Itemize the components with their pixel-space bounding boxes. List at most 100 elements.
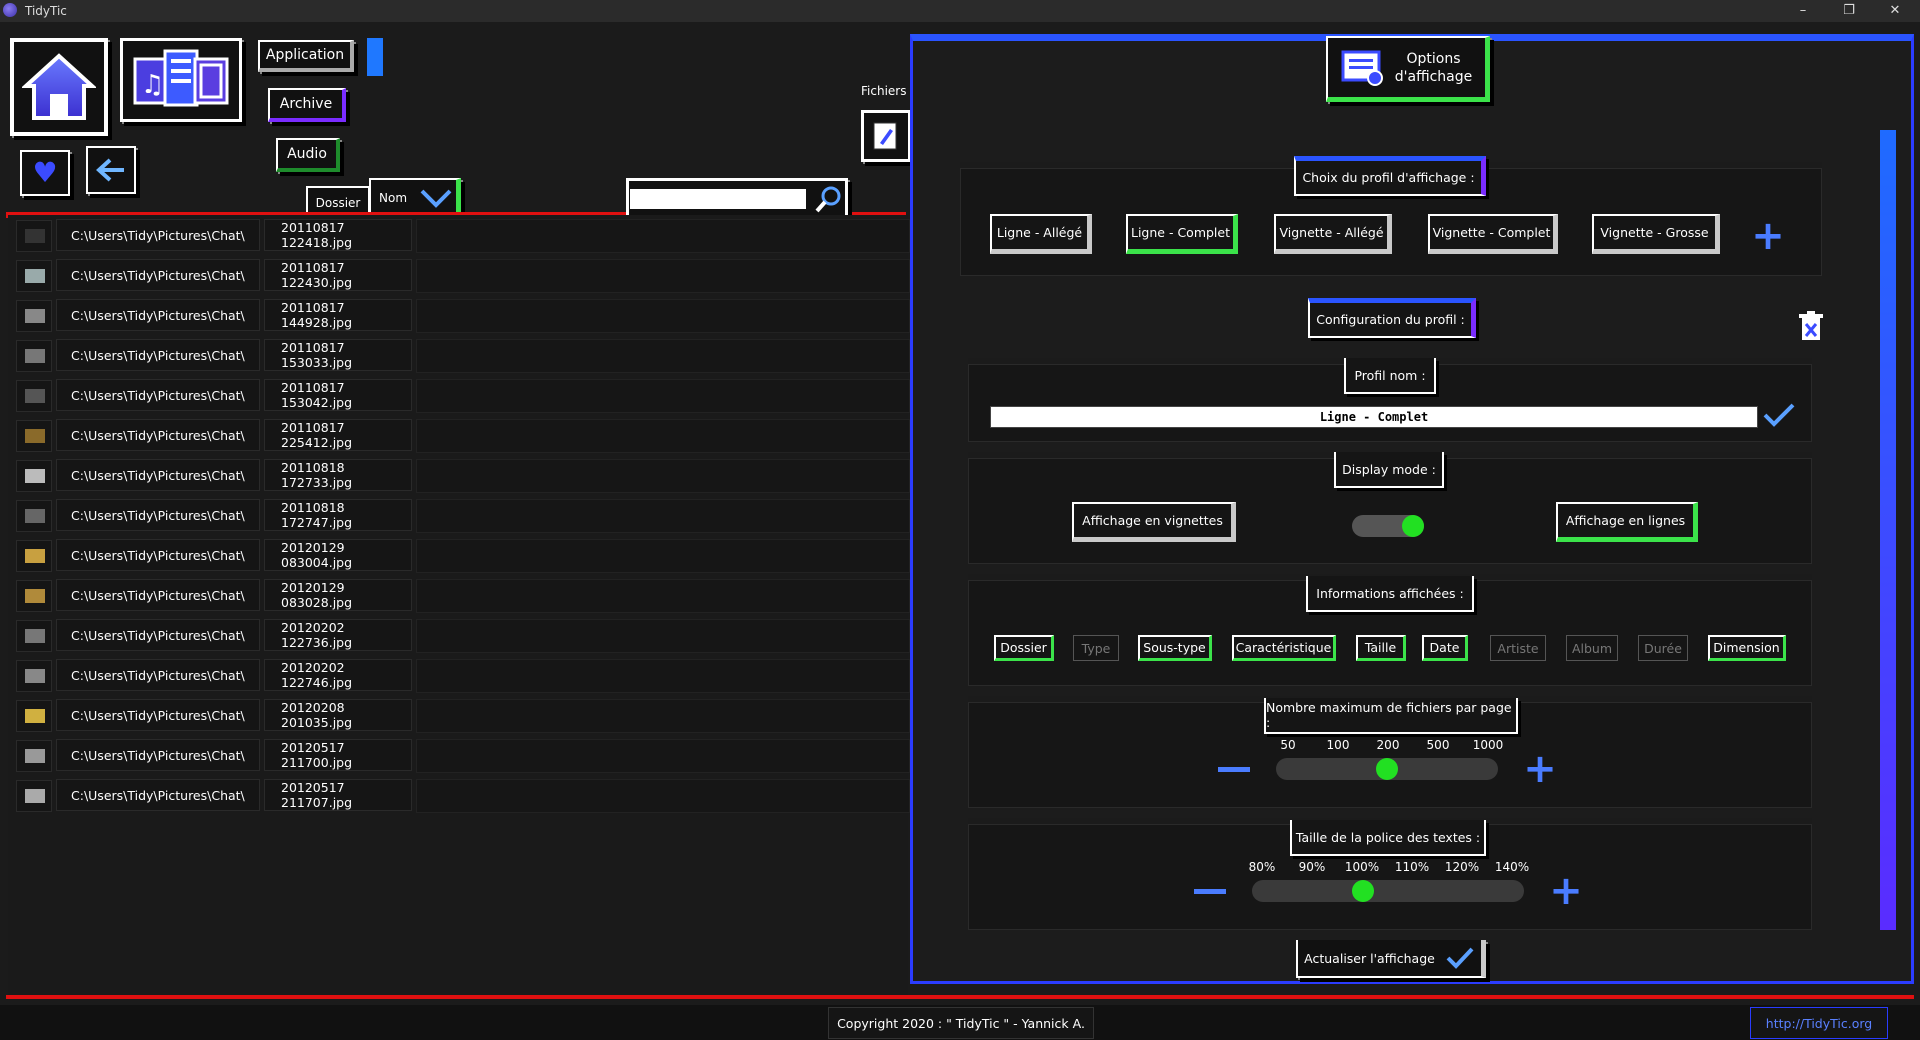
refresh-display-button[interactable]: Actualiser l'affichage bbox=[1296, 940, 1486, 978]
thumbnails-mode-button[interactable]: Affichage en vignettes bbox=[1072, 502, 1236, 542]
lines-mode-button[interactable]: Affichage en lignes bbox=[1556, 502, 1698, 542]
file-name: 20110817 144928.jpg bbox=[264, 299, 412, 331]
increase-font-size-button[interactable]: + bbox=[1546, 871, 1586, 911]
row-filler bbox=[416, 379, 910, 413]
home-icon bbox=[22, 53, 96, 120]
sort-name-label: Nom bbox=[379, 190, 408, 205]
max-files-slider-knob[interactable] bbox=[1376, 758, 1398, 780]
profile-vignette-allege-button[interactable]: Vignette - Allégé bbox=[1274, 214, 1392, 254]
field-sous-type-toggle[interactable]: Sous-type bbox=[1138, 635, 1212, 661]
delete-profile-button[interactable] bbox=[1796, 310, 1830, 344]
file-name: 20120517 211700.jpg bbox=[264, 739, 412, 771]
table-row[interactable]: C:\Users\Tidy\Pictures\Chat\ 20110817 225… bbox=[8, 415, 910, 455]
profile-vignette-grosse-button[interactable]: Vignette - Grosse bbox=[1592, 214, 1720, 254]
close-button[interactable]: ✕ bbox=[1872, 0, 1918, 22]
table-row[interactable]: C:\Users\Tidy\Pictures\Chat\ 20110817 153… bbox=[8, 335, 910, 375]
refresh-display-label: Actualiser l'affichage bbox=[1304, 950, 1435, 966]
file-name: 20110817 153033.jpg bbox=[264, 339, 412, 371]
field-type-toggle[interactable]: Type bbox=[1073, 635, 1119, 661]
table-row[interactable]: C:\Users\Tidy\Pictures\Chat\ 20120517 211… bbox=[8, 735, 910, 775]
row-filler bbox=[416, 339, 910, 373]
check-icon bbox=[1763, 403, 1795, 427]
file-name: 20110817 153042.jpg bbox=[264, 379, 412, 411]
search-icon[interactable] bbox=[814, 184, 844, 214]
thumbnail bbox=[16, 780, 52, 812]
thumbnail bbox=[16, 620, 52, 652]
table-row[interactable]: C:\Users\Tidy\Pictures\Chat\ 20110817 122… bbox=[8, 255, 910, 295]
file-name: 20120129 083028.jpg bbox=[264, 579, 412, 611]
field-duree-toggle[interactable]: Durée bbox=[1638, 635, 1688, 661]
media-files-button[interactable]: ♫ bbox=[120, 38, 242, 122]
field-album-toggle[interactable]: Album bbox=[1566, 635, 1618, 661]
category-application-button[interactable]: Application bbox=[258, 40, 354, 72]
heart-icon: ♥ bbox=[32, 156, 58, 189]
panel-scrollbar[interactable] bbox=[1880, 130, 1896, 930]
profile-vignette-complet-button[interactable]: Vignette - Complet bbox=[1428, 214, 1558, 254]
decrease-font-size-button[interactable] bbox=[1194, 889, 1226, 894]
table-row[interactable]: C:\Users\Tidy\Pictures\Chat\ 20110817 122… bbox=[8, 215, 910, 255]
row-filler bbox=[416, 779, 910, 813]
table-row[interactable]: C:\Users\Tidy\Pictures\Chat\ 20120129 083… bbox=[8, 575, 910, 615]
thumbnail bbox=[16, 380, 52, 412]
font-size-tick: 110% bbox=[1394, 860, 1430, 874]
thumbnail bbox=[16, 500, 52, 532]
favorites-button[interactable]: ♥ bbox=[20, 150, 70, 196]
profile-name-input[interactable] bbox=[990, 406, 1758, 428]
field-taille-toggle[interactable]: Taille bbox=[1356, 635, 1406, 661]
field-date-toggle[interactable]: Date bbox=[1422, 635, 1468, 661]
table-row[interactable]: C:\Users\Tidy\Pictures\Chat\ 20110818 172… bbox=[8, 455, 910, 495]
minimize-button[interactable]: – bbox=[1780, 0, 1826, 22]
bottom-red-divider bbox=[6, 995, 1914, 999]
profile-config-heading: Configuration du profil : bbox=[1308, 298, 1476, 338]
file-list: C:\Users\Tidy\Pictures\Chat\ 20110817 122… bbox=[8, 215, 910, 995]
thumbnail bbox=[16, 340, 52, 372]
table-row[interactable]: C:\Users\Tidy\Pictures\Chat\ 20120208 201… bbox=[8, 695, 910, 735]
file-name: 20120202 122736.jpg bbox=[264, 619, 412, 651]
row-filler bbox=[416, 619, 910, 653]
category-audio-button[interactable]: Audio bbox=[276, 138, 340, 172]
row-filler bbox=[416, 739, 910, 773]
font-size-tick: 80% bbox=[1248, 860, 1276, 874]
category-archive-button[interactable]: Archive bbox=[268, 88, 346, 122]
file-path: C:\Users\Tidy\Pictures\Chat\ bbox=[56, 219, 260, 251]
toggle-knob bbox=[1402, 515, 1424, 537]
website-link[interactable]: http://TidyTic.org bbox=[1750, 1007, 1888, 1039]
max-files-slider[interactable] bbox=[1276, 758, 1498, 780]
increase-max-files-button[interactable]: + bbox=[1520, 749, 1560, 789]
table-row[interactable]: C:\Users\Tidy\Pictures\Chat\ 20120129 083… bbox=[8, 535, 910, 575]
restore-button[interactable]: ❐ bbox=[1826, 0, 1872, 22]
max-files-heading: Nombre maximum de fichiers par page : bbox=[1264, 698, 1518, 734]
table-row[interactable]: C:\Users\Tidy\Pictures\Chat\ 20120517 211… bbox=[8, 775, 910, 815]
panel-title-line1: Options bbox=[1406, 50, 1461, 67]
field-caracteristique-toggle[interactable]: Caractéristique bbox=[1232, 635, 1336, 661]
row-filler bbox=[416, 659, 910, 693]
file-path: C:\Users\Tidy\Pictures\Chat\ bbox=[56, 419, 260, 451]
file-path: C:\Users\Tidy\Pictures\Chat\ bbox=[56, 739, 260, 771]
display-mode-toggle[interactable] bbox=[1352, 515, 1424, 537]
files-edit-button[interactable] bbox=[861, 110, 911, 162]
profile-ligne-allege-button[interactable]: Ligne - Allégé bbox=[990, 214, 1092, 254]
max-files-tick: 100 bbox=[1326, 738, 1350, 752]
table-row[interactable]: C:\Users\Tidy\Pictures\Chat\ 20120202 122… bbox=[8, 615, 910, 655]
field-artiste-toggle[interactable]: Artiste bbox=[1490, 635, 1546, 661]
table-row[interactable]: C:\Users\Tidy\Pictures\Chat\ 20110817 144… bbox=[8, 295, 910, 335]
confirm-profile-name-button[interactable] bbox=[1762, 402, 1796, 430]
add-profile-button[interactable]: + bbox=[1748, 216, 1788, 256]
home-button[interactable] bbox=[10, 38, 108, 136]
search-input[interactable] bbox=[630, 189, 806, 209]
field-dossier-toggle[interactable]: Dossier bbox=[994, 635, 1054, 661]
row-filler bbox=[416, 579, 910, 613]
font-size-slider-knob[interactable] bbox=[1352, 880, 1374, 902]
table-row[interactable]: C:\Users\Tidy\Pictures\Chat\ 20120202 122… bbox=[8, 655, 910, 695]
back-button[interactable] bbox=[86, 146, 136, 194]
field-dimension-toggle[interactable]: Dimension bbox=[1708, 635, 1786, 661]
profile-ligne-complet-button[interactable]: Ligne - Complet bbox=[1126, 214, 1238, 254]
font-size-slider[interactable] bbox=[1252, 880, 1524, 902]
font-size-heading: Taille de la police des textes : bbox=[1290, 820, 1486, 856]
file-path: C:\Users\Tidy\Pictures\Chat\ bbox=[56, 379, 260, 411]
table-row[interactable]: C:\Users\Tidy\Pictures\Chat\ 20110817 153… bbox=[8, 375, 910, 415]
table-row[interactable]: C:\Users\Tidy\Pictures\Chat\ 20110818 172… bbox=[8, 495, 910, 535]
decrease-max-files-button[interactable] bbox=[1218, 767, 1250, 772]
row-filler bbox=[416, 539, 910, 573]
thumbnail bbox=[16, 700, 52, 732]
